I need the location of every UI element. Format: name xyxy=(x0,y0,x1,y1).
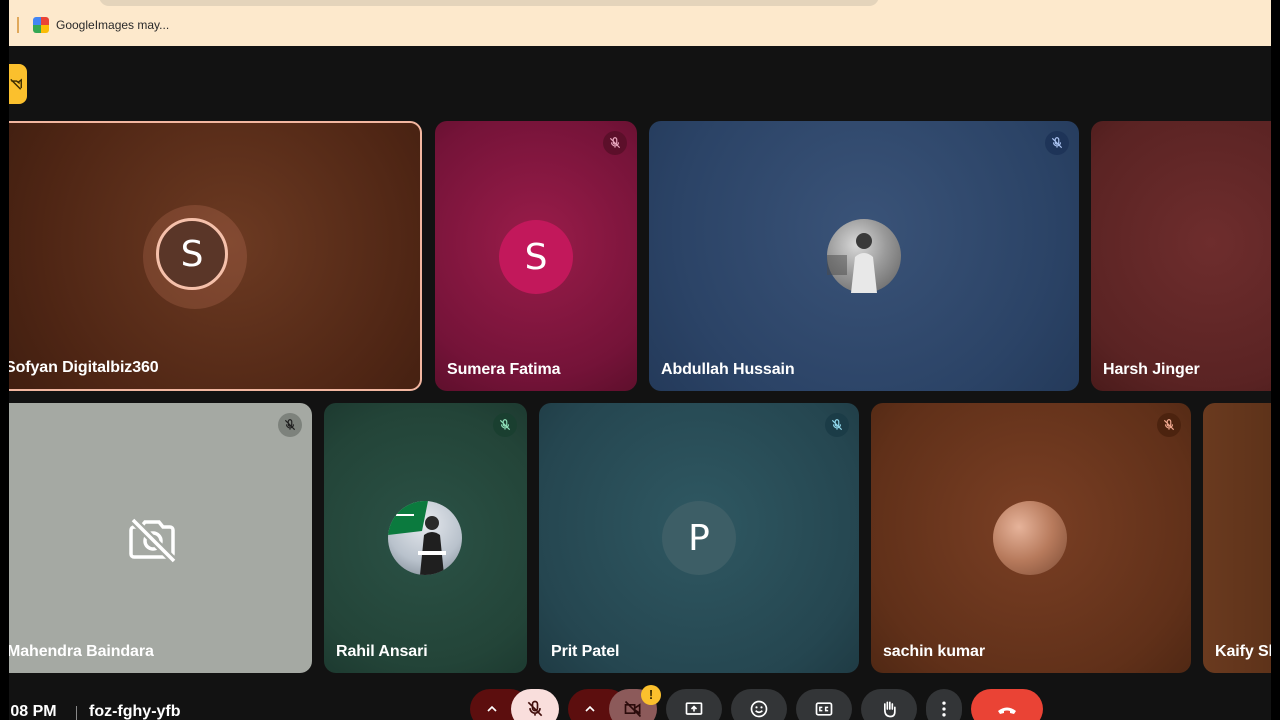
profile-photo-avatar xyxy=(827,219,901,293)
raise-hand-icon xyxy=(884,701,896,718)
meeting-time: :08 PM xyxy=(9,703,57,720)
avatar: S xyxy=(156,218,228,290)
person-photo-icon xyxy=(827,233,877,293)
mic-off-icon xyxy=(1051,137,1063,149)
call-end-icon xyxy=(998,707,1016,714)
captions-icon xyxy=(815,702,833,716)
mic-off-icon xyxy=(527,700,543,717)
participant-tile[interactable]: Rahil Ansari xyxy=(324,403,527,673)
participant-name: sachin kumar xyxy=(883,643,985,660)
participant-tile[interactable]: Mahendra Baindara xyxy=(9,403,312,673)
leave-call-button[interactable] xyxy=(971,689,1043,720)
participant-tile[interactable]: S Sofyan Digitalbiz360 xyxy=(9,121,422,391)
camera-off-icon xyxy=(129,517,177,563)
more-options-button[interactable] xyxy=(926,689,962,720)
avatar: P xyxy=(662,501,736,575)
meeting-code[interactable]: foz-fghy-yfb xyxy=(89,703,181,720)
browser-tab-bar: GoogleImages may... xyxy=(9,0,1271,46)
participant-name: Sumera Fatima xyxy=(447,361,561,378)
mic-off-icon xyxy=(1163,419,1175,431)
participant-tile[interactable]: sachin kumar xyxy=(871,403,1191,673)
mic-off-icon xyxy=(831,419,843,431)
info-divider xyxy=(76,706,77,720)
mic-off-icon xyxy=(609,137,621,149)
participant-name: Prit Patel xyxy=(551,643,620,660)
mic-off-indicator xyxy=(603,131,627,155)
google-images-favicon-icon xyxy=(33,17,49,33)
captions-button[interactable] xyxy=(796,689,852,720)
chevron-up-icon xyxy=(487,705,497,712)
participant-tile[interactable]: Harsh Jinger xyxy=(1091,121,1271,391)
avatar: S xyxy=(499,220,573,294)
tab-title[interactable]: GoogleImages may... xyxy=(56,18,169,32)
mic-off-indicator xyxy=(278,413,302,437)
hide-self-view-button[interactable] xyxy=(9,64,27,104)
meeting-stage: GoogleImages may... S Sofyan Digitalbiz3… xyxy=(9,0,1271,720)
microphone-toggle-button[interactable] xyxy=(511,689,559,720)
participant-tile[interactable]: Abdullah Hussain xyxy=(649,121,1079,391)
more-vert-icon xyxy=(942,701,946,717)
window-edge xyxy=(1271,0,1280,720)
participant-name: Sofyan Digitalbiz360 xyxy=(9,359,159,376)
participant-name: Abdullah Hussain xyxy=(661,361,795,378)
participant-name: Harsh Jinger xyxy=(1103,361,1200,378)
mic-off-indicator xyxy=(1045,131,1069,155)
tab-separator xyxy=(17,17,19,33)
participant-name: Kaify Sh xyxy=(1215,643,1271,660)
video-off-icon xyxy=(10,78,22,90)
participant-tile[interactable]: S Sumera Fatima xyxy=(435,121,637,391)
camera-warning-badge: ! xyxy=(641,685,661,705)
mic-off-indicator xyxy=(1157,413,1181,437)
mic-off-icon xyxy=(284,419,296,431)
participant-name: Mahendra Baindara xyxy=(9,643,154,660)
mic-off-indicator xyxy=(825,413,849,437)
present-screen-button[interactable] xyxy=(666,689,722,720)
person-with-flag-photo-icon xyxy=(388,501,446,575)
participant-tile[interactable]: P Prit Patel xyxy=(539,403,859,673)
reactions-button[interactable] xyxy=(731,689,787,720)
emoji-icon xyxy=(750,700,768,718)
chevron-up-icon xyxy=(585,705,595,712)
mic-off-indicator xyxy=(493,413,517,437)
mic-off-icon xyxy=(499,419,511,431)
raise-hand-button[interactable] xyxy=(861,689,917,720)
participant-tile[interactable]: Kaify Sh xyxy=(1203,403,1271,673)
profile-photo-avatar xyxy=(993,501,1067,575)
address-bar[interactable] xyxy=(99,0,879,6)
participant-name: Rahil Ansari xyxy=(336,643,428,660)
video-off-icon xyxy=(624,700,642,718)
present-screen-icon xyxy=(685,702,703,715)
profile-photo-avatar xyxy=(388,501,462,575)
